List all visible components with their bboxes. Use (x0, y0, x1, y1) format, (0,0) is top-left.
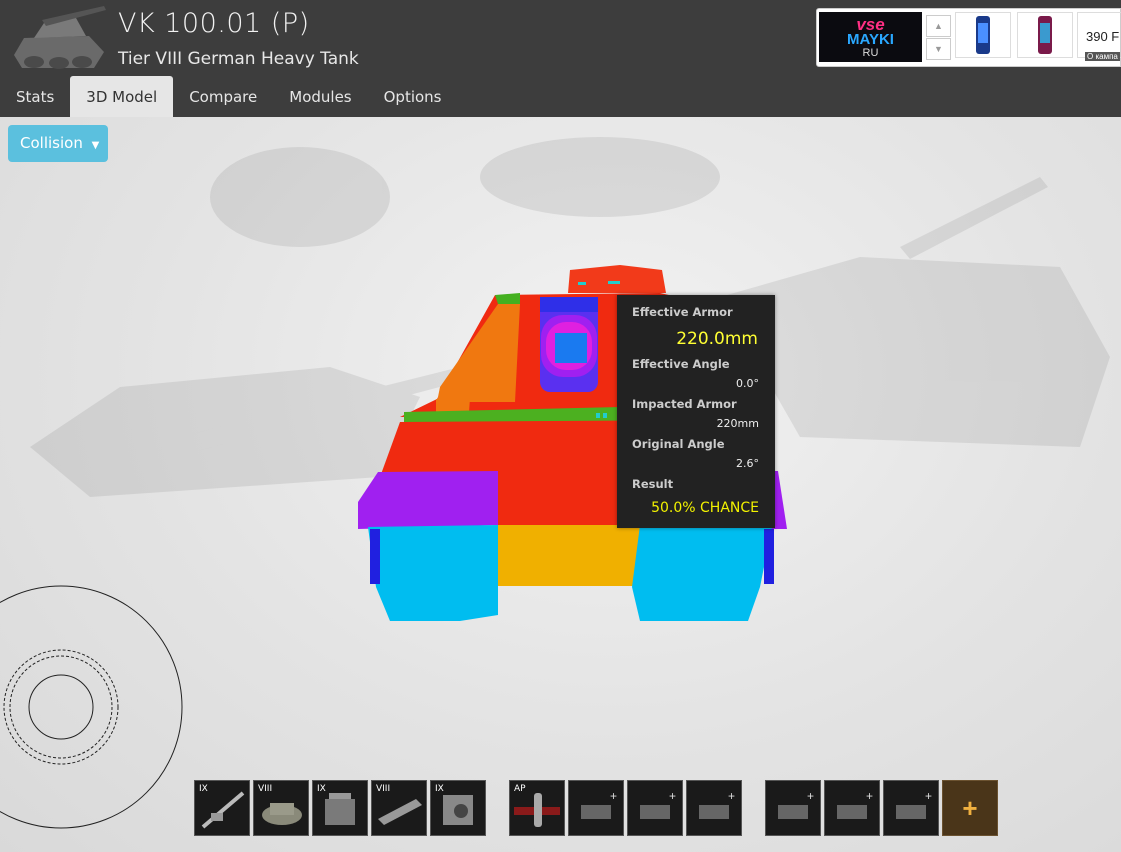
tab-bar: Stats 3D Model Compare Modules Options (0, 76, 458, 117)
impacted-armor-label: Impacted Armor (632, 397, 737, 411)
plus-icon: + (865, 789, 873, 803)
tab-modules[interactable]: Modules (273, 76, 367, 117)
ad-logo[interactable]: vse MAYKI RU (819, 12, 922, 62)
armor-tooltip: Effective Armor 220.0mm Effective Angle … (617, 295, 775, 528)
add-consumable-button[interactable]: + (942, 780, 998, 836)
module-tier: IX (435, 784, 444, 794)
module-engine-slot[interactable]: IX (312, 780, 368, 836)
ad-logo-line3: RU (862, 47, 879, 59)
plus-icon: + (668, 789, 676, 803)
tab-3d-model[interactable]: 3D Model (70, 76, 174, 117)
effective-angle-value: 0.0° (736, 377, 759, 390)
plus-icon: + (924, 789, 932, 803)
plus-icon: + (806, 789, 814, 803)
equipment-empty-slot[interactable]: + (824, 780, 880, 836)
ammo-empty-slot[interactable]: + (627, 780, 683, 836)
plus-icon: + (609, 789, 617, 803)
tab-options[interactable]: Options (368, 76, 458, 117)
original-angle-value: 2.6° (736, 457, 759, 470)
impacted-armor-value: 220mm (716, 417, 759, 430)
ammo-slot[interactable]: AP (509, 780, 565, 836)
module-gun-slot[interactable]: IX (194, 780, 250, 836)
equipment-empty-slot[interactable]: + (883, 780, 939, 836)
ad-caption: О кампа (1085, 52, 1120, 61)
effective-armor-label: Effective Armor (632, 305, 733, 319)
result-value: 50.0% CHANCE (651, 500, 759, 516)
original-angle-label: Original Angle (632, 437, 725, 451)
equipment-empty-slot[interactable]: + (765, 780, 821, 836)
ammo-empty-slot[interactable]: + (568, 780, 624, 836)
header: VK 100.01 (P) Tier VIII German Heavy Tan… (0, 0, 1121, 117)
ad-logo-line2: MAYKI (847, 31, 894, 48)
tank-name: VK 100.01 (P) (118, 8, 310, 39)
ad-product-image[interactable] (1017, 12, 1073, 58)
effective-angle-label: Effective Angle (632, 357, 730, 371)
ammo-type-label: AP (514, 784, 526, 794)
ad-price[interactable]: 390 F (1086, 29, 1119, 44)
plus-icon: + (727, 789, 735, 803)
tab-stats[interactable]: Stats (0, 76, 70, 117)
tank-thumbnail-icon (4, 0, 112, 75)
module-tier: VIII (258, 784, 273, 794)
module-radio-slot[interactable]: IX (430, 780, 486, 836)
advertisement[interactable]: vse MAYKI RU ▲ ▼ 390 F О кампа (816, 8, 1121, 67)
ad-scroll-down-button[interactable]: ▼ (926, 38, 951, 60)
ad-product-image[interactable] (955, 12, 1011, 58)
aim-reticle-icon[interactable] (0, 577, 190, 837)
module-tier: IX (199, 784, 208, 794)
effective-armor-value: 220.0mm (676, 329, 758, 349)
3d-model-viewport[interactable]: Collision ▼ Effective Armor 220.0mm Effe… (0, 117, 1121, 852)
tab-compare[interactable]: Compare (173, 76, 273, 117)
tank-subtitle: Tier VIII German Heavy Tank (118, 49, 359, 69)
result-label: Result (632, 477, 674, 491)
ammo-empty-slot[interactable]: + (686, 780, 742, 836)
plus-icon: + (962, 793, 978, 823)
ad-scroll-up-button[interactable]: ▲ (926, 15, 951, 37)
module-tier: IX (317, 784, 326, 794)
module-turret-slot[interactable]: VIII (253, 780, 309, 836)
module-tier: VIII (376, 784, 391, 794)
module-suspension-slot[interactable]: VIII (371, 780, 427, 836)
